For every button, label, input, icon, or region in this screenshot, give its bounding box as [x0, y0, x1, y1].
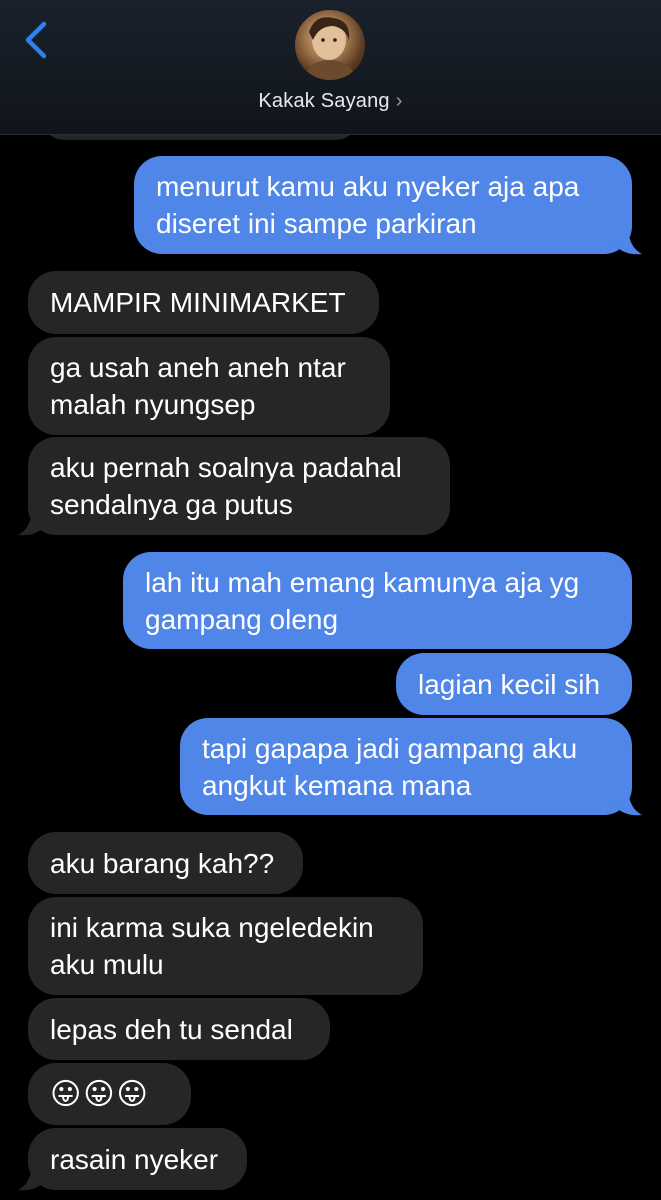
message-line: menurut kamu aku nyeker aja apa	[156, 171, 580, 202]
outgoing-message[interactable]: lah itu mah emang kamunya aja yg gampang…	[123, 552, 632, 649]
bubble-tail-icon	[614, 791, 642, 816]
message-line: gampang oleng	[145, 603, 339, 635]
chevron-left-icon[interactable]	[18, 18, 58, 62]
message-line: lepas deh tu sendal	[50, 1013, 293, 1045]
message-line: MAMPIR MINIMARKET	[50, 287, 346, 318]
conversation-header: Kakak Sayang ›	[0, 0, 661, 135]
message-line: ga usah aneh aneh ntar	[50, 352, 346, 383]
message-line: malah nyungsep	[50, 389, 256, 420]
bubble-tail-icon	[18, 1166, 46, 1191]
bubble-tail-icon	[18, 511, 46, 536]
outgoing-message[interactable]: lagian kecil sih	[396, 653, 632, 715]
contact-name: Kakak Sayang	[258, 90, 390, 112]
message-line: lagian kecil sih	[418, 668, 601, 700]
incoming-message[interactable]: lepas deh tu sendal	[28, 998, 330, 1060]
bubble-tail-icon	[614, 230, 642, 255]
incoming-message[interactable]: MAMPIR MINIMARKET	[28, 271, 379, 334]
message-line: diseret ini sampe parkiran	[156, 208, 477, 239]
outgoing-message[interactable]: menurut kamu aku nyeker aja apa diseret …	[134, 156, 632, 254]
chevron-right-icon: ›	[395, 90, 403, 112]
message-line: lah itu mah emang kamunya aja yg	[145, 566, 580, 598]
incoming-message[interactable]: ga usah aneh aneh ntar malah nyungsep	[28, 337, 390, 435]
avatar[interactable]	[295, 10, 365, 80]
message-line: rasain nyeker	[50, 1143, 219, 1175]
message-line: tapi gapapa jadi gampang aku	[202, 732, 578, 764]
message-line: sendalnya ga putus	[50, 489, 293, 520]
contact-name-row[interactable]: Kakak Sayang ›	[0, 90, 661, 113]
message-line: aku mulu	[50, 949, 164, 980]
emoji-line: 😛😛😛	[50, 1077, 150, 1111]
message-line: aku pernah soalnya padahal	[50, 452, 402, 483]
message-line: ini karma suka ngeledekin	[50, 912, 374, 943]
incoming-message[interactable]: 😛😛😛	[28, 1063, 191, 1125]
incoming-message[interactable]: ini karma suka ngeledekin aku mulu	[28, 897, 423, 995]
incoming-message[interactable]: aku barang kah??	[28, 832, 303, 894]
incoming-message[interactable]: aku pernah soalnya padahal sendalnya ga …	[28, 437, 450, 535]
outgoing-message[interactable]: tapi gapapa jadi gampang aku angkut kema…	[180, 718, 632, 815]
message-line: angkut kemana mana	[202, 769, 472, 801]
message-line: aku barang kah??	[50, 847, 275, 879]
incoming-message[interactable]: rasain nyeker	[28, 1128, 247, 1190]
